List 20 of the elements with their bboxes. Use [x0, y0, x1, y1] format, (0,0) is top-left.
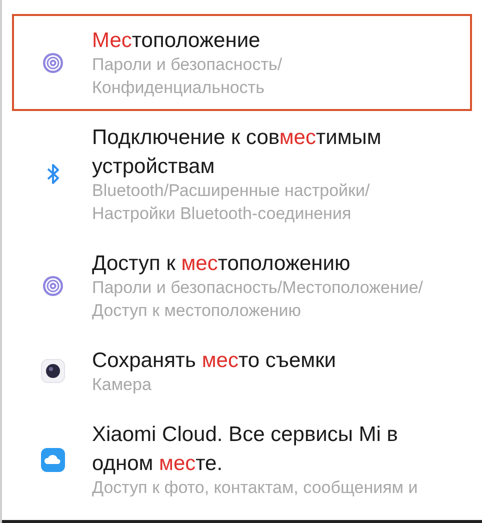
result-title: Xiaomi Cloud. Все сервисы Mi в одном месте.	[92, 422, 399, 477]
result-path: Пароли и безопасность/ Конфиденциальность	[92, 54, 282, 99]
result-title: Местоположение	[92, 28, 262, 54]
result-title: Подключение к совместимым устройствам	[92, 125, 382, 180]
search-result[interactable]: Подключение к совместимым устройствам Bluetooth/Расширенные настройки/ Настройки Bluetooth-соединения	[12, 111, 472, 237]
result-title: Доступ к местоположению	[92, 251, 352, 277]
result-title: Сохранять место съемки	[92, 348, 336, 374]
fingerprint-icon	[42, 274, 64, 296]
bluetooth-icon	[46, 163, 60, 185]
result-path: Камера	[92, 374, 152, 396]
search-result[interactable]: Местоположение Пароли и безопасность/ Конфиденциальность	[12, 14, 472, 111]
result-path: Bluetooth/Расширенные настройки/ Настройки Bluetooth-соединения	[92, 180, 371, 225]
cloud-icon	[41, 448, 65, 472]
search-result[interactable]: Доступ к местоположению Пароли и безопасность/Местоположение/ Доступ к местоположению	[12, 237, 472, 334]
fingerprint-icon	[42, 52, 64, 74]
search-result[interactable]: Xiaomi Cloud. Все сервисы Mi в одном месте. Доступ к фото, контактам, сообщениям и	[12, 408, 472, 511]
camera-icon	[41, 359, 65, 383]
search-result[interactable]: Сохранять место съемки Камера	[12, 334, 472, 408]
result-path: Пароли и безопасность/Местоположение/ Доступ к местоположению	[92, 277, 424, 322]
result-path: Доступ к фото, контактам, сообщениям и	[92, 477, 418, 499]
